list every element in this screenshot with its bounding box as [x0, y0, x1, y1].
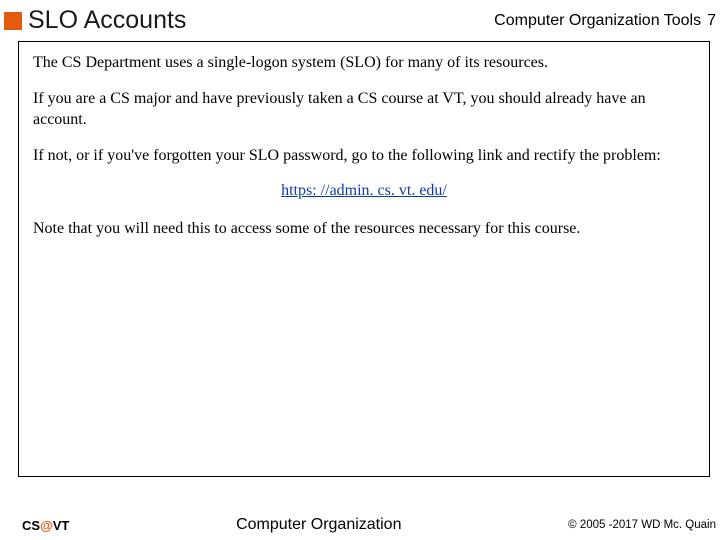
slide-footer: CS@VT Computer Organization © 2005 -2017… — [0, 516, 720, 534]
link-container: https: //admin. cs. vt. edu/ — [33, 180, 695, 202]
paragraph: If not, or if you've forgotten your SLO … — [33, 145, 695, 167]
footer-center: Computer Organization — [69, 516, 568, 534]
slide-header: SLO Accounts Computer Organization Tools… — [0, 0, 720, 41]
paragraph: The CS Department uses a single-logon sy… — [33, 52, 695, 74]
footer-org-at: @ — [40, 518, 53, 533]
footer-org: CS@VT — [22, 518, 69, 533]
footer-copyright: © 2005 -2017 WD Mc. Quain — [568, 519, 716, 531]
footer-org-pre: CS — [22, 518, 40, 533]
footer-org-post: VT — [53, 518, 70, 533]
paragraph: Note that you will need this to access s… — [33, 218, 695, 240]
page-number: 7 — [707, 12, 716, 30]
title-bullet-icon — [4, 12, 22, 30]
course-label: Computer Organization Tools — [494, 12, 701, 30]
paragraph: If you are a CS major and have previousl… — [33, 88, 695, 131]
admin-link[interactable]: https: //admin. cs. vt. edu/ — [281, 182, 447, 199]
slide-title: SLO Accounts — [28, 6, 494, 35]
content-box: The CS Department uses a single-logon sy… — [18, 41, 710, 477]
slide: SLO Accounts Computer Organization Tools… — [0, 0, 720, 540]
